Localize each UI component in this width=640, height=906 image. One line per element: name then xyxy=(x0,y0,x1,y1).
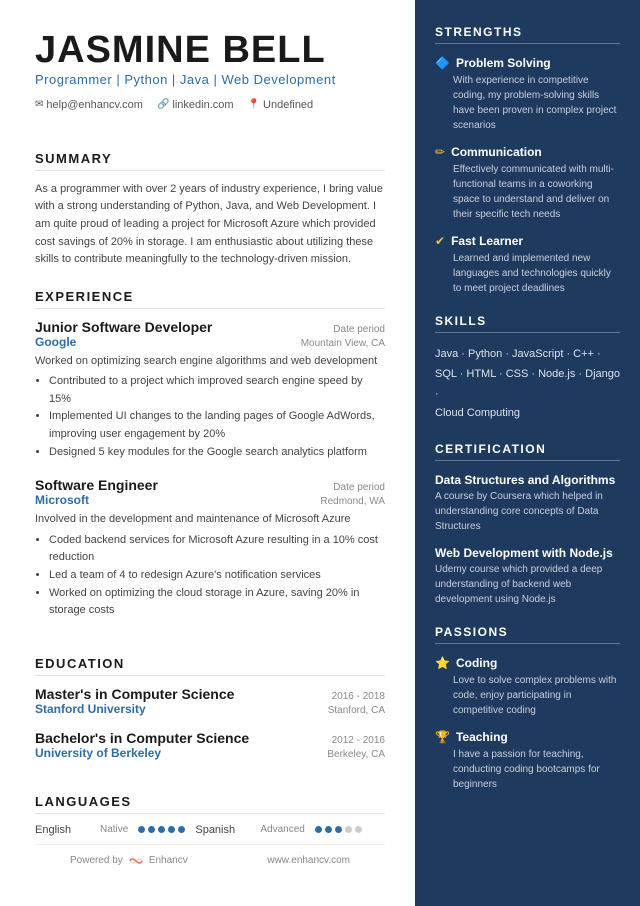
skills-text: Java · Python · JavaScript · C++ · SQL ·… xyxy=(435,345,620,424)
exp-date-1: Date period xyxy=(333,324,385,335)
dot xyxy=(158,826,165,833)
coding-icon: ⭐ xyxy=(435,656,450,670)
strength-name-3: Fast Learner xyxy=(451,234,523,248)
edu-degree-1: Master's in Computer Science xyxy=(35,686,234,702)
edu-school-1: Stanford University xyxy=(35,702,146,716)
education-section-title: EDUCATION xyxy=(35,656,385,676)
fast-learner-icon: ✔ xyxy=(435,234,445,248)
passion-desc-1: Love to solve complex problems with code… xyxy=(435,673,620,718)
linkedin-icon: 🔗 xyxy=(157,99,169,110)
exp-desc-1: Worked on optimizing search engine algor… xyxy=(35,353,385,370)
contact-location: 📍 Undefined xyxy=(248,99,314,111)
skills-section-title: SKILLS xyxy=(435,314,620,333)
edu-location-1: Stanford, CA xyxy=(328,705,385,716)
language-item-1: English Native Spanish Advanced xyxy=(35,824,385,836)
strength-item-1: 🔷 Problem Solving With experience in com… xyxy=(435,56,620,133)
lang-dots-1 xyxy=(138,826,185,833)
strength-item-2: ✏ Communication Effectively communicated… xyxy=(435,145,620,222)
dot xyxy=(138,826,145,833)
strength-item-3: ✔ Fast Learner Learned and implemented n… xyxy=(435,234,620,296)
footer-website: www.enhancv.com xyxy=(267,855,350,866)
exp-location-2: Redmond, WA xyxy=(320,496,385,507)
communication-icon: ✏ xyxy=(435,145,445,159)
cert-desc-1: A course by Coursera which helped in und… xyxy=(435,489,620,534)
dot xyxy=(325,826,332,833)
passion-item-1: ⭐ Coding Love to solve complex problems … xyxy=(435,656,620,718)
passion-item-2: 🏆 Teaching I have a passion for teaching… xyxy=(435,730,620,792)
edu-degree-2: Bachelor's in Computer Science xyxy=(35,730,249,746)
exp-bullets-1: Contributed to a project which improved … xyxy=(35,373,385,461)
strength-desc-3: Learned and implemented new languages an… xyxy=(435,251,620,296)
passion-desc-2: I have a passion for teaching, conductin… xyxy=(435,747,620,792)
exp-company-1: Google xyxy=(35,335,76,349)
summary-text: As a programmer with over 2 years of ind… xyxy=(35,181,385,269)
passion-name-1: Coding xyxy=(456,656,497,670)
problem-solving-icon: 🔷 xyxy=(435,56,450,70)
email-icon: ✉ xyxy=(35,99,43,110)
exp-date-2: Date period xyxy=(333,482,385,493)
exp-bullets-2: Coded backend services for Microsoft Azu… xyxy=(35,532,385,620)
candidate-name: JASMINE BELL xyxy=(35,30,385,72)
footer: Powered by Enhancv www.enhancv.com xyxy=(35,844,385,876)
summary-section-title: SUMMARY xyxy=(35,151,385,171)
dot xyxy=(335,826,342,833)
lang-level-1: Native xyxy=(100,824,128,835)
candidate-subtitle: Programmer | Python | Java | Web Develop… xyxy=(35,72,385,87)
strength-desc-2: Effectively communicated with multi-func… xyxy=(435,162,620,222)
lang-dots-2 xyxy=(315,826,362,833)
education-item-2: Bachelor's in Computer Science 2012 - 20… xyxy=(35,730,385,760)
edu-school-2: University of Berkeley xyxy=(35,746,161,760)
exp-title-1: Junior Software Developer xyxy=(35,319,212,335)
strength-desc-1: With experience in competitive coding, m… xyxy=(435,73,620,133)
languages-section-title: LANGUAGES xyxy=(35,794,385,814)
lang-name-2: Spanish xyxy=(195,824,250,836)
logo-name: Enhancv xyxy=(149,855,188,866)
contact-linkedin: 🔗 linkedin.com xyxy=(157,99,234,111)
experience-item-1: Junior Software Developer Date period Go… xyxy=(35,319,385,461)
experience-section-title: EXPERIENCE xyxy=(35,289,385,309)
dot xyxy=(168,826,175,833)
bullet-item: Designed 5 key modules for the Google se… xyxy=(49,444,385,462)
exp-title-2: Software Engineer xyxy=(35,477,158,493)
lang-name-1: English xyxy=(35,824,90,836)
cert-title-2: Web Development with Node.js xyxy=(435,546,620,560)
education-item-1: Master's in Computer Science 2016 - 2018… xyxy=(35,686,385,716)
passions-section-title: PASSIONS xyxy=(435,625,620,644)
bullet-item: Implemented UI changes to the landing pa… xyxy=(49,408,385,443)
cert-desc-2: Udemy course which provided a deep under… xyxy=(435,562,620,607)
teaching-icon: 🏆 xyxy=(435,730,450,744)
dot xyxy=(355,826,362,833)
exp-location-1: Mountain View, CA xyxy=(301,338,385,349)
edu-location-2: Berkeley, CA xyxy=(327,749,385,760)
dot xyxy=(315,826,322,833)
enhancv-logo-icon xyxy=(128,856,144,866)
bullet-item: Contributed to a project which improved … xyxy=(49,373,385,408)
contact-email: ✉ help@enhancv.com xyxy=(35,99,143,111)
location-icon: 📍 xyxy=(248,99,260,110)
cert-title-1: Data Structures and Algorithms xyxy=(435,473,620,487)
edu-years-2: 2012 - 2016 xyxy=(332,735,385,746)
cert-item-2: Web Development with Node.js Udemy cours… xyxy=(435,546,620,607)
dot xyxy=(345,826,352,833)
passion-name-2: Teaching xyxy=(456,730,508,744)
footer-logo: Powered by Enhancv xyxy=(70,855,188,866)
dot xyxy=(178,826,185,833)
exp-desc-2: Involved in the development and maintena… xyxy=(35,511,385,528)
edu-years-1: 2016 - 2018 xyxy=(332,691,385,702)
certification-section-title: CERTIFICATION xyxy=(435,442,620,461)
bullet-item: Worked on optimizing the cloud storage i… xyxy=(49,585,385,620)
exp-company-2: Microsoft xyxy=(35,493,89,507)
experience-item-2: Software Engineer Date period Microsoft … xyxy=(35,477,385,619)
bullet-item: Led a team of 4 to redesign Azure's noti… xyxy=(49,567,385,585)
powered-by-text: Powered by xyxy=(70,855,123,866)
lang-level-2: Advanced xyxy=(260,824,304,835)
strength-name-1: Problem Solving xyxy=(456,56,551,70)
cert-item-1: Data Structures and Algorithms A course … xyxy=(435,473,620,534)
bullet-item: Coded backend services for Microsoft Azu… xyxy=(49,532,385,567)
right-column: STRENGTHS 🔷 Problem Solving With experie… xyxy=(415,0,640,906)
dot xyxy=(148,826,155,833)
strength-name-2: Communication xyxy=(451,145,542,159)
strengths-section-title: STRENGTHS xyxy=(435,25,620,44)
